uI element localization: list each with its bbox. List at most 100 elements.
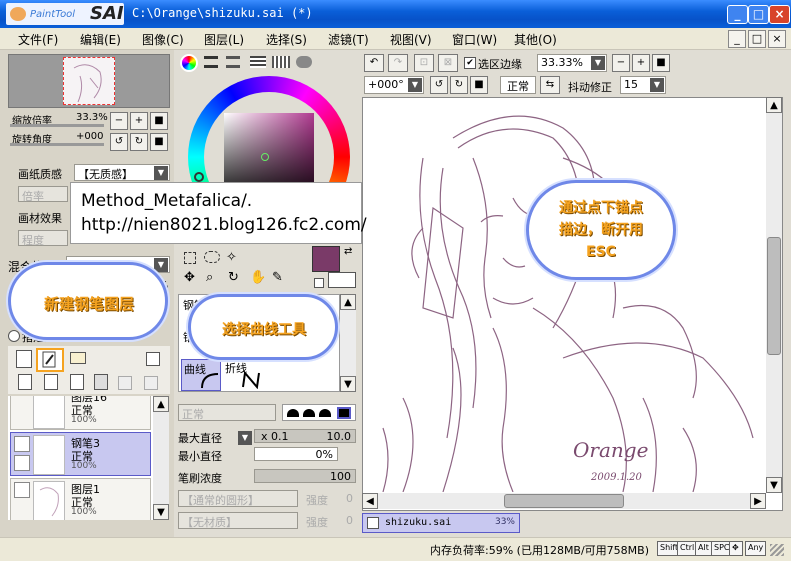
canvas-zoom-out-button[interactable]: − [612, 54, 630, 72]
zoom-in-button[interactable]: + [130, 112, 148, 130]
undo-icon[interactable]: ↶ [364, 54, 384, 72]
chevron-down-icon[interactable]: ▼ [238, 431, 252, 445]
scroll-down-icon[interactable]: ▼ [766, 477, 782, 493]
hand-icon[interactable]: ✋ [250, 270, 266, 285]
canvas-mode-button[interactable]: 正常 [500, 76, 536, 94]
layer-item-selected[interactable]: 钢笔3 正常 100% [10, 432, 151, 476]
max-size-slider[interactable]: x 0.1 10.0 [254, 429, 356, 443]
rotate-left-button[interactable]: ↺ [110, 133, 128, 151]
zoom-tool-icon[interactable]: ⌕ [206, 270, 213, 285]
drawing-canvas[interactable]: Orange 2009.1.20 [362, 97, 783, 511]
invert-selection-icon[interactable]: ⊠ [438, 54, 458, 72]
brush-shape-select[interactable]: 【通常的圆形】 [178, 490, 298, 507]
menu-image[interactable]: 图像(C) [142, 31, 184, 48]
swap-colors-icon[interactable]: ⇄ [344, 246, 352, 257]
color-wheel-tab-icon[interactable] [180, 54, 198, 72]
navigator-preview[interactable] [8, 54, 170, 108]
maximize-button[interactable]: □ [748, 5, 769, 24]
sv-cursor[interactable] [261, 153, 269, 161]
document-tab[interactable]: shizuku.sai 33% [362, 513, 520, 533]
flip-canvas-icon[interactable]: ⇆ [540, 76, 560, 94]
menu-filter[interactable]: 滤镜(T) [328, 31, 369, 48]
menu-file[interactable]: 文件(F) [18, 31, 58, 48]
swatches-tab-icon[interactable] [272, 56, 290, 68]
redo-icon[interactable]: ↷ [388, 54, 408, 72]
paper-texture-select[interactable]: 【无质感】 ▼ [74, 164, 170, 181]
menu-window[interactable]: 窗口(W) [452, 31, 497, 48]
layer-up-icon[interactable] [118, 376, 132, 390]
density-slider[interactable]: 100 [254, 469, 356, 483]
canvas-hscrollbar[interactable]: ◀ ▶ [362, 493, 766, 509]
rotate-reset-button[interactable]: ■ [150, 133, 168, 151]
tool-scrollbar[interactable]: ▲ ▼ [340, 294, 356, 392]
protect-radio[interactable] [8, 330, 20, 342]
eye-icon[interactable] [14, 482, 30, 498]
hue-cursor[interactable] [194, 172, 204, 182]
scratchpad-tab-icon[interactable] [296, 56, 312, 68]
menu-layer[interactable]: 图层(L) [204, 31, 244, 48]
rotate-tool-icon[interactable]: ↻ [228, 270, 239, 285]
zoom-out-button[interactable]: − [110, 112, 128, 130]
hsv-slider-tab-icon[interactable] [226, 56, 240, 68]
new-folder-icon[interactable] [70, 352, 86, 364]
brush-icon[interactable] [14, 455, 30, 471]
selection-edge-checkbox[interactable]: ✔ [464, 57, 476, 69]
menu-edit[interactable]: 编辑(E) [80, 31, 121, 48]
min-size-slider[interactable]: 0% [254, 447, 338, 461]
eye-icon[interactable] [14, 436, 30, 452]
transparent-color-icon[interactable] [314, 278, 324, 288]
close-button[interactable]: × [769, 5, 790, 24]
menu-view[interactable]: 视图(V) [390, 31, 432, 48]
layer-down-icon[interactable] [144, 376, 158, 390]
deselect-icon[interactable]: ⊡ [414, 54, 434, 72]
canvas-rotate-right-button[interactable]: ↻ [450, 76, 468, 94]
secondary-color[interactable] [328, 272, 356, 288]
zoom-select[interactable]: 33.33% ▼ [537, 54, 607, 72]
canvas-rotate-left-button[interactable]: ↺ [430, 76, 448, 94]
new-layer-icon[interactable] [16, 350, 32, 368]
canvas-rotate-reset-button[interactable]: ■ [470, 76, 488, 94]
zoom-slider[interactable] [10, 124, 104, 127]
rotate-select[interactable]: +000° ▼ [364, 76, 424, 94]
zoom-reset-button[interactable]: ■ [150, 112, 168, 130]
lasso-icon[interactable] [204, 251, 220, 263]
new-pen-layer-button[interactable] [36, 348, 64, 372]
merge-down-icon[interactable] [44, 374, 58, 390]
brush-texture-select[interactable]: 【无材质】 [178, 512, 298, 529]
scroll-up-icon[interactable]: ▲ [340, 294, 356, 310]
palette-tab-icon[interactable] [250, 56, 266, 68]
menu-select[interactable]: 选择(S) [266, 31, 307, 48]
doc-close-button[interactable]: × [768, 30, 786, 48]
magic-wand-icon[interactable]: ✧ [226, 250, 237, 265]
brush-shape-presets[interactable] [282, 404, 356, 421]
trash-icon[interactable] [94, 374, 108, 390]
eyedropper-icon[interactable]: ✎ [272, 270, 283, 285]
angle-slider[interactable] [10, 143, 104, 146]
minimize-button[interactable]: _ [727, 5, 748, 24]
vscroll-thumb[interactable] [767, 237, 781, 355]
scroll-left-icon[interactable]: ◀ [362, 493, 378, 509]
canvas-vscrollbar[interactable]: ▲ ▼ [766, 97, 782, 493]
scroll-up-icon[interactable]: ▲ [766, 97, 782, 113]
rgb-slider-tab-icon[interactable] [204, 56, 218, 68]
doc-minimize-button[interactable]: _ [728, 30, 746, 48]
scroll-right-icon[interactable]: ▶ [750, 493, 766, 509]
hscroll-thumb[interactable] [504, 494, 624, 508]
resize-grip-icon[interactable] [770, 544, 784, 556]
copy-layer-icon[interactable] [18, 374, 32, 390]
rect-select-icon[interactable] [184, 252, 196, 264]
layer-scrollbar[interactable]: ▲ ▼ [153, 396, 169, 520]
doc-restore-button[interactable]: □ [748, 30, 766, 48]
navigator-viewport[interactable] [63, 57, 115, 105]
layer-item[interactable]: 图层16 正常 100% [10, 396, 151, 430]
scroll-down-icon[interactable]: ▼ [340, 376, 356, 392]
curve-tool-button[interactable]: 曲线 [181, 359, 221, 391]
paper-scale-field[interactable]: 倍率 [18, 186, 68, 203]
clear-layer-icon[interactable] [70, 374, 84, 390]
polyline-tool-button[interactable]: 折线 [223, 359, 263, 391]
layer-item[interactable]: 图层1 正常 100% [10, 478, 151, 520]
scroll-up-icon[interactable]: ▲ [153, 396, 169, 412]
canvas-zoom-reset-button[interactable]: ■ [652, 54, 670, 72]
scroll-down-icon[interactable]: ▼ [153, 504, 169, 520]
rotate-right-button[interactable]: ↻ [130, 133, 148, 151]
